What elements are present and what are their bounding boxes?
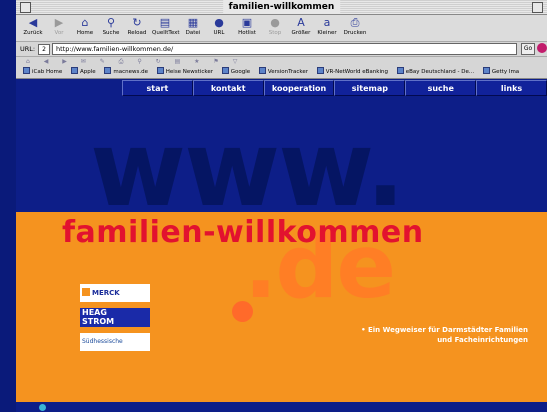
- url-bar: URL: 2 http://www.familien-willkommen.de…: [16, 42, 547, 57]
- bookmarks-bar: iCab Home Apple macnews.de Heise Newstic…: [16, 67, 547, 79]
- status-bar: [16, 402, 547, 412]
- sponsor-merck-logo[interactable]: MERCK: [80, 284, 150, 302]
- globe-icon: [39, 404, 46, 411]
- page-content: start kontakt kooperation sitemap suche …: [16, 79, 547, 402]
- home-button[interactable]: ⌂ Home: [72, 16, 98, 40]
- home-icon: ⌂: [81, 16, 89, 29]
- hotlist-button[interactable]: ▣ Hotlist: [234, 16, 260, 40]
- bookmark-vr-networld[interactable]: VR-NetWorld eBanking: [316, 67, 388, 78]
- folder-icon: [156, 67, 164, 74]
- nav-kontakt[interactable]: kontakt: [192, 80, 264, 96]
- bigger-font-button[interactable]: A Größer: [288, 16, 314, 40]
- source-button[interactable]: ▤ QuelltText: [152, 16, 180, 40]
- url-input[interactable]: http://www.familien-willkommen.de/: [52, 43, 517, 55]
- secondary-icon-strip: ⌂ ◀ ▶ ✉ ✎ ⎙ ⚲ ↻ ▤ ★ ⚑ ▽: [16, 57, 547, 66]
- forward-button[interactable]: ▶ Vor: [46, 16, 72, 40]
- bookmark-macnews[interactable]: macnews.de: [104, 67, 148, 78]
- print-button[interactable]: ⎙ Drucken: [342, 16, 368, 40]
- toolbar: ◀ Zurück ▶ Vor ⌂ Home ⚲ Suche ↻ Reload ▤…: [16, 15, 547, 42]
- bookmark-apple[interactable]: Apple: [70, 67, 96, 78]
- folder-icon: [104, 67, 112, 74]
- hotlist-icon: ▣: [241, 16, 253, 29]
- sponsor-suedhessische-logo[interactable]: Südhessische: [80, 333, 150, 351]
- reload-button[interactable]: ↻ Reload: [124, 16, 150, 40]
- status-indicator-icon: [537, 43, 547, 53]
- source-icon: ▤: [159, 16, 171, 29]
- print-icon: ⎙: [350, 16, 360, 29]
- bookmark-getty[interactable]: Getty Ima: [482, 67, 519, 78]
- url-icon: ●: [214, 16, 224, 29]
- bigger-font-icon: A: [297, 16, 305, 29]
- smaller-font-icon: a: [323, 16, 331, 29]
- bookmark-ebay[interactable]: eBay Deutschland - De...: [396, 67, 474, 78]
- smaller-font-button[interactable]: a Kleiner: [314, 16, 340, 40]
- nav-sitemap[interactable]: sitemap: [334, 80, 406, 96]
- browser-window: familien-willkommen ◀ Zurück ▶ Vor ⌂ Hom…: [16, 0, 547, 412]
- bookmark-icab-home[interactable]: iCab Home: [23, 67, 62, 78]
- merck-icon: [82, 288, 90, 296]
- nav-start[interactable]: start: [122, 80, 193, 96]
- nav-suche[interactable]: suche: [405, 80, 477, 96]
- file-icon: ▦: [187, 16, 199, 29]
- folder-icon: [70, 67, 78, 74]
- stop-icon: ●: [270, 16, 280, 29]
- back-arrow-icon: ◀: [28, 16, 38, 29]
- folder-icon: [258, 67, 266, 74]
- title-bar[interactable]: familien-willkommen: [16, 0, 547, 15]
- close-box[interactable]: [20, 2, 31, 13]
- folder-icon: [221, 67, 229, 74]
- folder-icon: [23, 67, 30, 74]
- search-icon: ⚲: [106, 16, 116, 29]
- desktop-edge: [0, 0, 16, 412]
- bookmark-versiontracker[interactable]: VersionTracker: [258, 67, 308, 78]
- folder-icon: [396, 67, 404, 74]
- site-tagline: • Ein Wegweiser für Darmstädter Familien…: [361, 326, 528, 344]
- bookmark-heise[interactable]: Heise Newsticker: [156, 67, 213, 78]
- decorative-dot: [232, 301, 253, 322]
- reload-icon: ↻: [132, 16, 142, 29]
- nav-kooperation[interactable]: kooperation: [263, 80, 335, 96]
- url-button[interactable]: ● URL: [206, 16, 232, 40]
- stop-button[interactable]: ● Stop: [262, 16, 288, 40]
- search-button[interactable]: ⚲ Suche: [98, 16, 124, 40]
- forward-arrow-icon: ▶: [54, 16, 64, 29]
- folder-icon: [316, 67, 324, 74]
- back-button[interactable]: ◀ Zurück: [20, 16, 46, 40]
- sponsor-heag-logo[interactable]: HEAG STROM: [80, 308, 150, 327]
- zoom-box[interactable]: [532, 2, 543, 13]
- history-menu[interactable]: 2: [38, 44, 50, 55]
- url-label: URL:: [20, 45, 36, 53]
- file-button[interactable]: ▦ Datei: [180, 16, 206, 40]
- nav-links[interactable]: links: [476, 80, 547, 96]
- go-button[interactable]: Go: [521, 43, 535, 55]
- folder-icon: [482, 67, 490, 74]
- site-brand: familien-willkommen: [62, 215, 424, 250]
- bookmark-google[interactable]: Google: [221, 67, 250, 78]
- window-title: familien-willkommen: [222, 0, 341, 14]
- main-navigation: start kontakt kooperation sitemap suche …: [122, 80, 547, 96]
- hero-www: www.: [90, 108, 405, 230]
